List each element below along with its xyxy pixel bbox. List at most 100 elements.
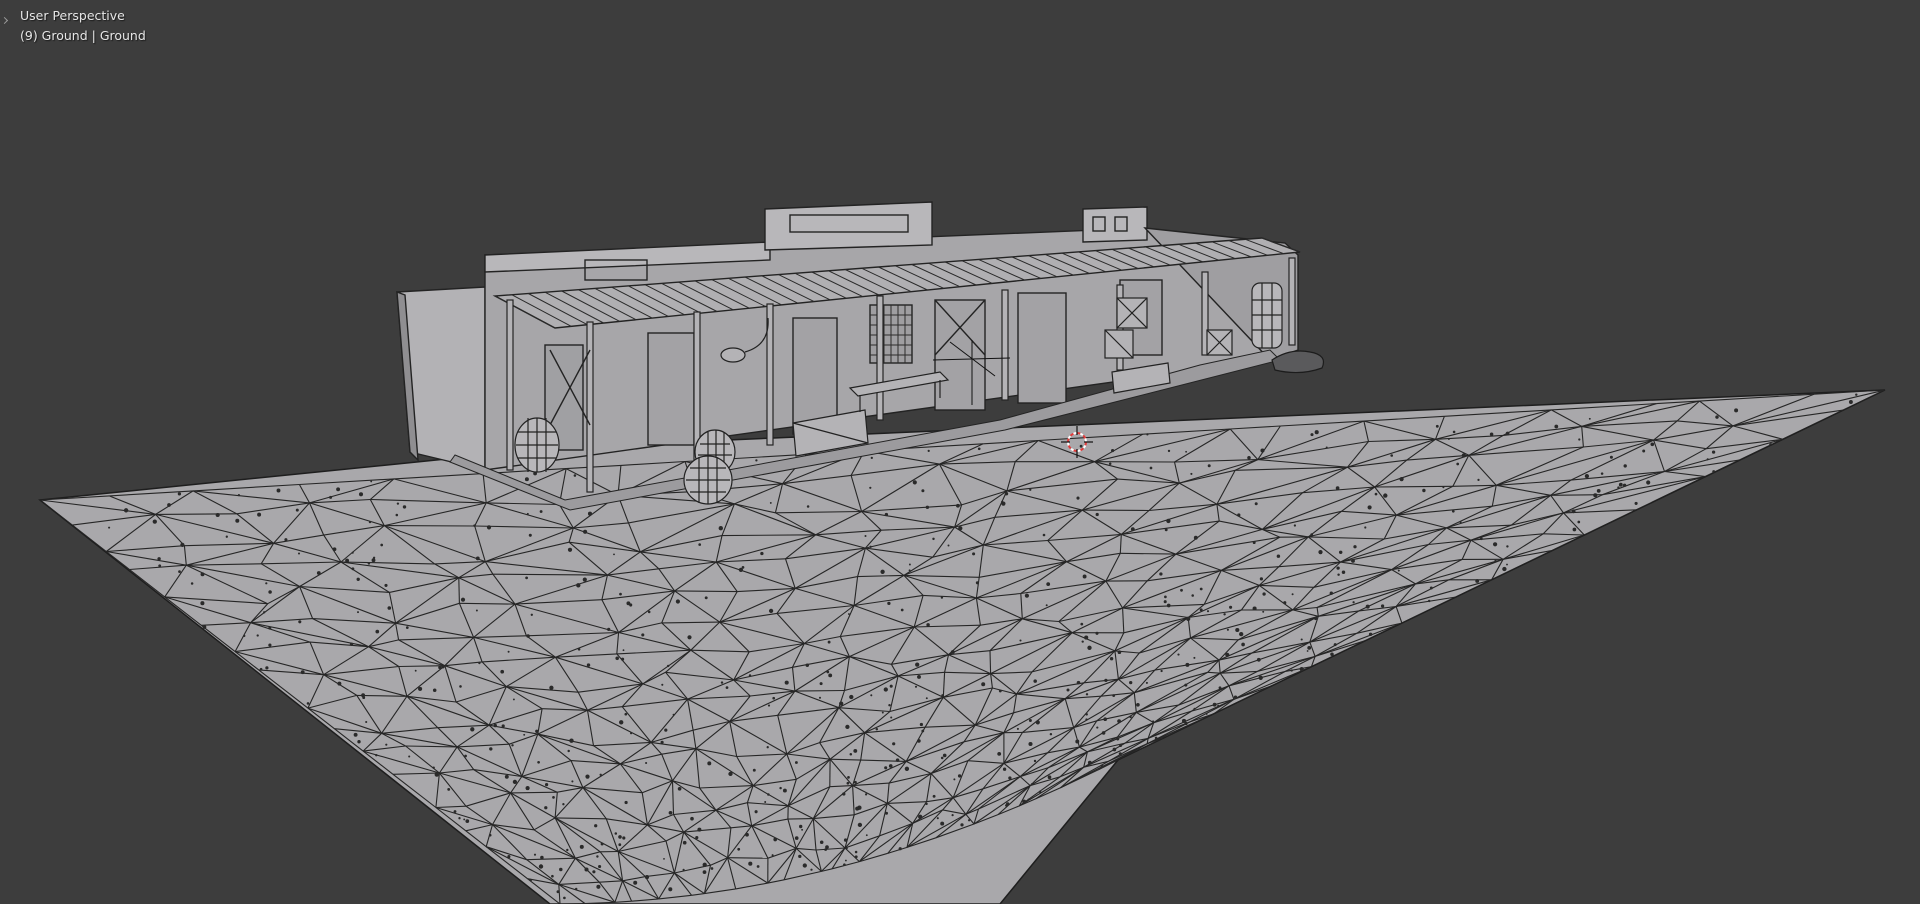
ground-pebble [682,840,687,845]
ground-edge [155,513,237,515]
ground-pebble [380,543,384,547]
ground-pebble [957,774,962,778]
ground-pebble [1506,545,1509,548]
ground-pebble [488,833,492,837]
ground-mesh[interactable] [38,389,1886,904]
ground-pebble [1101,731,1106,735]
ground-pebble [756,865,760,868]
ground-pebble [533,853,537,856]
barrel-mesh[interactable] [1251,282,1283,349]
ground-pebble [1390,454,1394,457]
ground-pebble [1241,642,1245,647]
ground-pebble [1022,799,1027,804]
ground-pebble [904,766,910,771]
ground-pebble [1239,631,1244,637]
ground-pebble [402,505,407,509]
ground-pebble [300,670,305,675]
ground-pebble [725,686,729,689]
ground-pebble [540,855,544,860]
ground-pebble [624,712,628,716]
3d-viewport[interactable]: User Perspective (9) Ground | Ground [0,0,1920,904]
ground-pebble [225,535,228,538]
ground-pebble [1351,558,1355,563]
ground-pebble [641,633,645,637]
ground-pebble [1218,686,1222,690]
ground-pebble [883,687,888,692]
ground-pebble [263,611,266,614]
ground-pebble [849,694,854,700]
ground-pebble [1111,449,1115,453]
ground-pebble [1572,527,1577,532]
toolbar-toggle-chevron-right-icon[interactable] [0,12,8,28]
ground-pebble [950,650,955,654]
ground-pebble [596,855,599,858]
ground-pebble [1129,715,1132,719]
ground-pebble [108,526,111,529]
ground-pebble [295,508,299,512]
ground-pebble [1199,587,1203,591]
ground-pebble [702,862,707,867]
ground-pebble [592,870,596,874]
ground-pebble [1033,679,1037,683]
ground-pebble [567,547,573,552]
ground-pebble [1024,593,1029,598]
ground-pebble [559,867,563,872]
ground-pebble [622,836,626,840]
ground-pebble [200,601,205,606]
ground-pebble [1046,582,1051,586]
ground-pebble [827,640,831,644]
ground-pebble [857,805,862,810]
ground-pebble [805,663,810,668]
ground-pebble [1233,695,1238,699]
ground-pebble [332,547,337,552]
ground-pebble [1112,747,1117,752]
ground-pebble [276,488,281,493]
ground-pebble [1229,605,1233,609]
ground-pebble [486,525,492,530]
ground-pebble [586,663,591,667]
ground-pebble [1029,488,1032,491]
ground-pebble [552,796,555,799]
ground-pebble [1047,775,1052,780]
ground-pebble [544,782,549,787]
ground-edge [1374,485,1453,488]
ground-pebble [870,694,873,697]
ground-pebble [465,819,470,823]
ground-pebble [1028,719,1032,722]
ground-pebble [720,681,724,684]
ground-pebble [1117,650,1122,655]
ground-pebble [728,771,733,777]
ground-pebble [794,836,799,840]
ground-pebble [771,854,774,857]
porch-post [506,299,514,471]
ground-pebble [1109,657,1114,661]
ground-pebble [1337,573,1340,576]
ground-pebble [912,480,917,485]
ground-pebble [1617,486,1620,489]
ground-pebble [235,518,240,523]
ground-edge [787,818,814,820]
ground-pebble [1136,702,1140,707]
ground-pebble [760,551,764,556]
ground-pebble [630,732,633,735]
ground-pebble [941,694,944,697]
ground-pebble [1205,713,1208,715]
ground-pebble [870,456,873,460]
ground-pebble [1293,524,1297,527]
ground-pebble [1117,719,1121,723]
barrel-mesh[interactable] [683,455,733,505]
ground-pebble [1855,393,1858,396]
ground-pebble [306,702,310,705]
ground-pebble [297,552,301,555]
ground-pebble [1001,501,1006,506]
porch-post [1001,289,1009,401]
ground-pebble [458,817,461,820]
ground-pebble [447,787,451,791]
scene-canvas[interactable] [0,0,1920,904]
ground-pebble [1596,489,1601,493]
ground-pebble [618,843,622,847]
ground-pebble [1260,448,1265,453]
ground-pebble [925,505,930,510]
ground-pebble [257,512,262,517]
barrel-mesh[interactable] [514,417,560,473]
